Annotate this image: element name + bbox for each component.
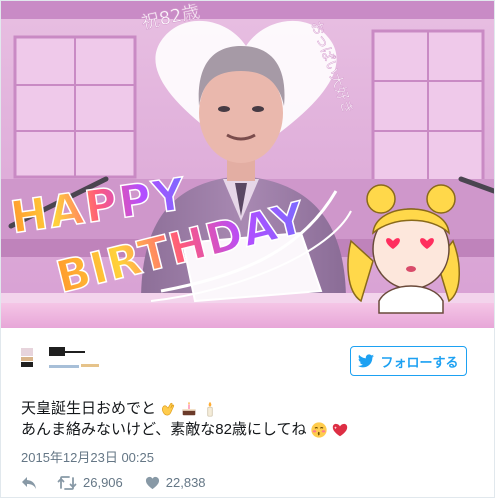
- sparkling-heart-icon: [332, 423, 347, 436]
- heart-icon: [145, 476, 159, 489]
- reply-icon: [22, 476, 36, 489]
- tweet-actions: 26,906 22,838: [21, 475, 206, 490]
- tweet-text-line-1: 天皇誕生日おめでと: [21, 400, 157, 417]
- avatar[interactable]: [21, 348, 33, 367]
- tweet-text: 天皇誕生日おめでと あんま絡みないけど、素敵な82歳にしてね: [21, 398, 461, 440]
- reply-button[interactable]: [21, 476, 37, 490]
- candle-icon: [207, 401, 213, 417]
- kissing-face-icon: [310, 421, 327, 438]
- tweet-author[interactable]: [21, 343, 111, 377]
- like-button[interactable]: 22,838: [145, 475, 206, 490]
- retweet-icon: [57, 475, 77, 490]
- tweet-card: 祝82歳 おっぱい大好き HAPPY BIRTHDAY フォローする 天皇誕生日…: [0, 0, 495, 498]
- clapping-hands-icon: [162, 402, 175, 415]
- twitter-bird-icon: [358, 354, 375, 368]
- user-name-redacted[interactable]: [49, 347, 99, 368]
- like-count: 22,838: [165, 475, 206, 490]
- follow-button[interactable]: フォローする: [350, 346, 467, 376]
- tweet-timestamp[interactable]: 2015年12月23日 00:25: [21, 447, 154, 466]
- retweet-count: 26,906: [83, 475, 123, 490]
- follow-button-label: フォローする: [380, 354, 459, 370]
- tweet-text-line-2: あんま絡みないけど、素敵な82歳にしてね: [21, 421, 307, 438]
- birthday-cake-icon: [182, 401, 196, 415]
- retweet-button[interactable]: 26,906: [57, 475, 123, 490]
- tweet-media-image[interactable]: 祝82歳 おっぱい大好き HAPPY BIRTHDAY: [1, 1, 494, 328]
